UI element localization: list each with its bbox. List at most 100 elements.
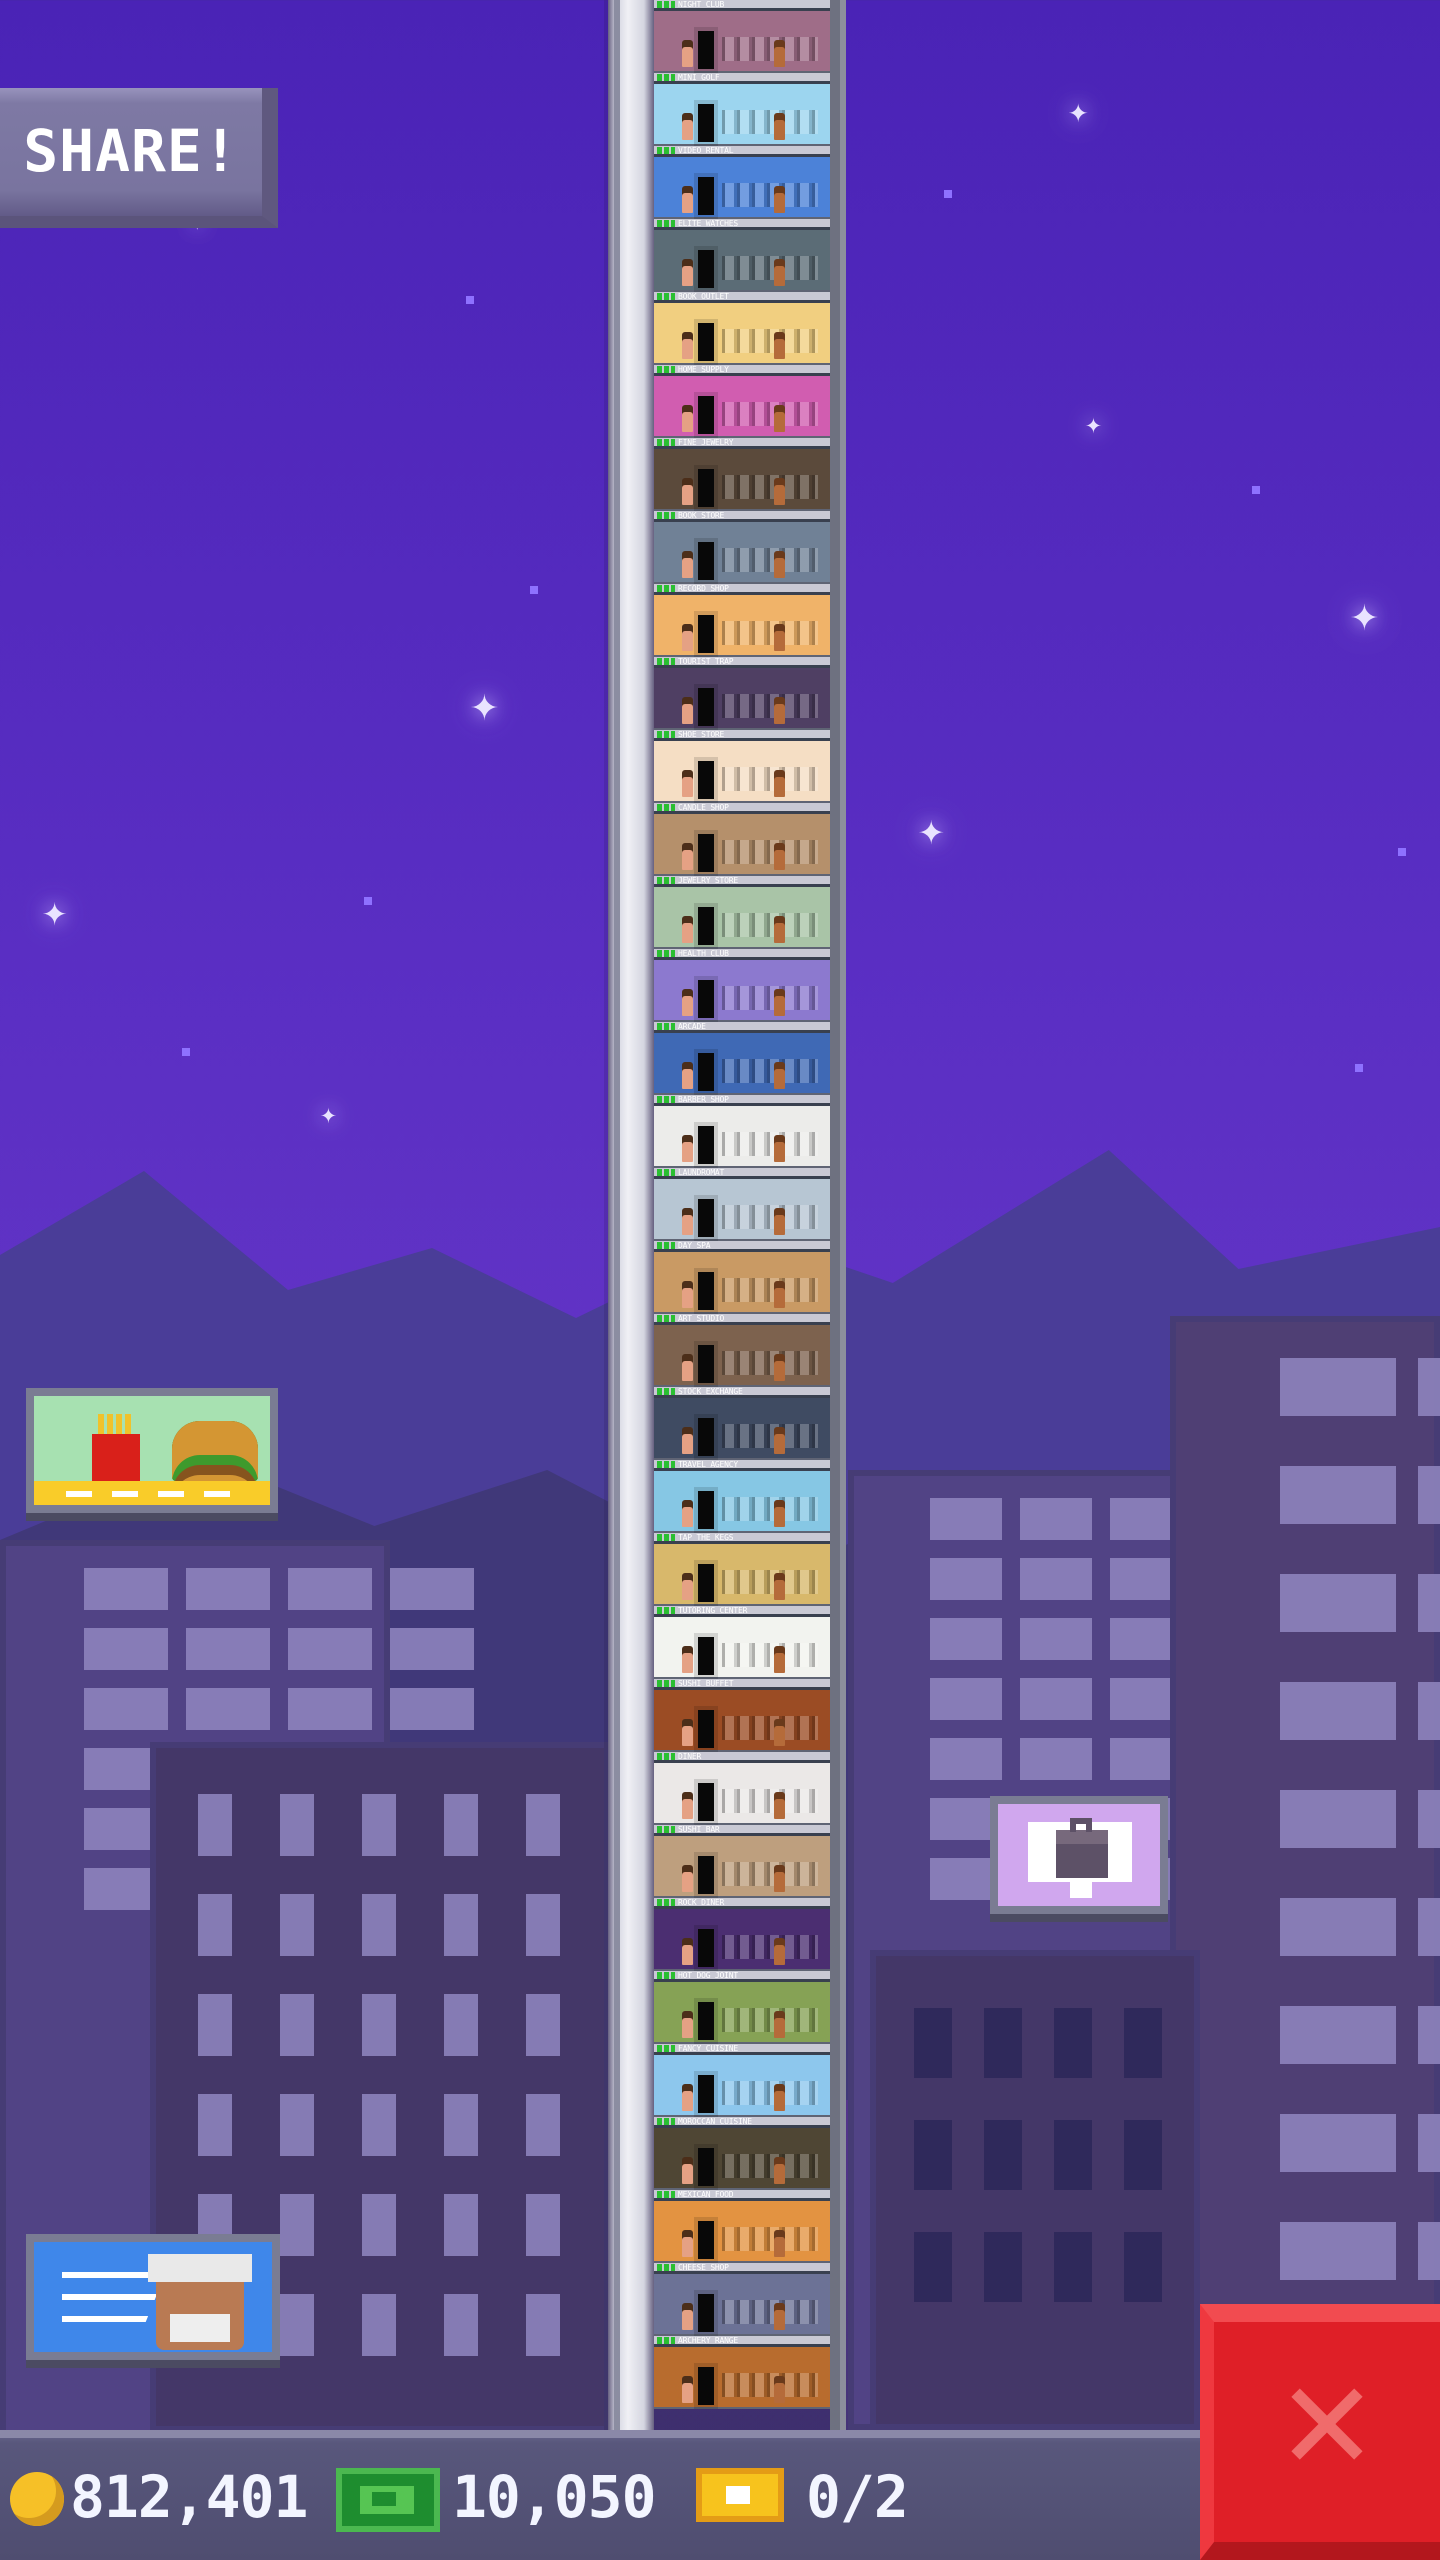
tower-floor[interactable]: ARCHERY RANGE: [654, 2336, 838, 2409]
tower-floor[interactable]: TOURIST TRAP: [654, 657, 838, 730]
small-star-icon: [364, 897, 372, 905]
floor-door: [698, 469, 714, 507]
tower-floor[interactable]: STOCK EXCHANGE: [654, 1387, 838, 1460]
tower-floor[interactable]: HOME SUPPLY: [654, 365, 838, 438]
bitizen-icon: [682, 1799, 693, 1819]
tower-floor[interactable]: SHOE STORE: [654, 730, 838, 803]
bitizen-icon: [682, 485, 693, 505]
tower-floor[interactable]: TAP THE KEGS: [654, 1533, 838, 1606]
floor-name: BARBER SHOP: [678, 1095, 729, 1104]
floor-name: HOME SUPPLY: [678, 365, 729, 374]
star-icon: ✦: [1068, 91, 1089, 131]
tower-floor[interactable]: TRAVEL AGENCY: [654, 1460, 838, 1533]
close-button[interactable]: ✕: [1200, 2304, 1440, 2560]
floor-name: DINER: [678, 1752, 702, 1761]
floor-door: [698, 1418, 714, 1456]
floor-name: SUSHI BAR: [678, 1825, 720, 1834]
tower-floor[interactable]: BOOK STORE: [654, 511, 838, 584]
tower-floor[interactable]: MEXICAN FOOD: [654, 2190, 838, 2263]
bitizen-icon: [774, 2383, 785, 2403]
floor-name: FINE JEWELRY: [678, 438, 734, 447]
floor-decor: [722, 329, 818, 353]
bitizen-icon: [682, 1215, 693, 1235]
tower-floor[interactable]: DINER: [654, 1752, 838, 1825]
tower-floor[interactable]: MINI GOLF: [654, 73, 838, 146]
tower-floor[interactable]: LAUNDROMAT: [654, 1168, 838, 1241]
tower-floor[interactable]: FANCY CUISINE: [654, 2044, 838, 2117]
ticket-icon: [696, 2468, 784, 2522]
floor-door: [698, 1929, 714, 1967]
bitizen-icon: [774, 1580, 785, 1600]
stock-indicator-icon: [657, 2337, 675, 2344]
stock-indicator-icon: [657, 1, 675, 8]
tower-floors[interactable]: NIGHT CLUB MINI GOLF VIDEO RENTAL ELITE WAT…: [654, 0, 846, 2430]
tower-floor[interactable]: ELITE WATCHES: [654, 219, 838, 292]
floor-decor: [722, 402, 818, 426]
floor-name: SUSHI BUFFET: [678, 1679, 734, 1688]
bitizen-icon: [774, 1653, 785, 1673]
floor-decor: [722, 475, 818, 499]
stock-indicator-icon: [657, 1388, 675, 1395]
floor-name: DAY SPA: [678, 1241, 711, 1250]
tower-floor[interactable]: VIDEO RENTAL: [654, 146, 838, 219]
stock-indicator-icon: [657, 293, 675, 300]
tower-floor[interactable]: SUSHI BAR: [654, 1825, 838, 1898]
tower-floor[interactable]: CANDLE SHOP: [654, 803, 838, 876]
tower-floor[interactable]: CHEESE SHOP: [654, 2263, 838, 2336]
bitizen-icon: [682, 1507, 693, 1527]
bitizen-icon: [682, 1288, 693, 1308]
shopping-bag-sign: [990, 1796, 1168, 1914]
bitizen-icon: [682, 1945, 693, 1965]
bitizen-icon: [774, 193, 785, 213]
tower-floor[interactable]: RECORD SHOP: [654, 584, 838, 657]
coin-icon: [10, 2472, 64, 2526]
tower-floor[interactable]: SUSHI BUFFET: [654, 1679, 838, 1752]
floor-name: HOT DOG JOINT: [678, 1971, 739, 1980]
tower-floor[interactable]: ROCK DINER: [654, 1898, 838, 1971]
tower-floor[interactable]: HOT DOG JOINT: [654, 1971, 838, 2044]
bitizen-icon: [682, 1580, 693, 1600]
floor-decor: [722, 2373, 818, 2397]
stock-indicator-icon: [657, 1680, 675, 1687]
tower-floor[interactable]: BOOK OUTLET: [654, 292, 838, 365]
floor-name: HEALTH CLUB: [678, 949, 729, 958]
small-star-icon: [1355, 1064, 1363, 1072]
tower-floor[interactable]: ARCADE: [654, 1022, 838, 1095]
floor-decor: [722, 548, 818, 572]
bitizen-icon: [682, 558, 693, 578]
tower-floor[interactable]: TUTORING CENTER: [654, 1606, 838, 1679]
stock-indicator-icon: [657, 1899, 675, 1906]
bitizen-icon: [682, 120, 693, 140]
tower-floor[interactable]: BARBER SHOP: [654, 1095, 838, 1168]
bitizen-icon: [774, 558, 785, 578]
tickets-value: 0/2: [806, 2463, 909, 2531]
tower-floor[interactable]: DAY SPA: [654, 1241, 838, 1314]
bitizen-icon: [682, 1726, 693, 1746]
bitizen-icon: [774, 412, 785, 432]
tower-floor[interactable]: HEALTH CLUB: [654, 949, 838, 1022]
floor-name: CHEESE SHOP: [678, 2263, 729, 2272]
floor-decor: [722, 2154, 818, 2178]
bitizen-icon: [774, 2091, 785, 2111]
floor-decor: [722, 694, 818, 718]
floor-decor: [722, 1278, 818, 1302]
tower-floor[interactable]: NIGHT CLUB: [654, 0, 838, 73]
tower-floor[interactable]: MOROCCAN CUISINE: [654, 2117, 838, 2190]
floor-door: [698, 104, 714, 142]
tower-floor[interactable]: FINE JEWELRY: [654, 438, 838, 511]
floor-door: [698, 1564, 714, 1602]
floor-decor: [722, 913, 818, 937]
stock-indicator-icon: [657, 1534, 675, 1541]
share-button[interactable]: SHARE!: [0, 88, 278, 228]
stock-indicator-icon: [657, 2118, 675, 2125]
tower-floor[interactable]: ART STUDIO: [654, 1314, 838, 1387]
bitizen-icon: [682, 2310, 693, 2330]
small-star-icon: [944, 190, 952, 198]
bitizen-icon: [774, 2018, 785, 2038]
floor-decor: [722, 1059, 818, 1083]
floor-door: [698, 1856, 714, 1894]
floor-door: [698, 688, 714, 726]
floor-name: ARCHERY RANGE: [678, 2336, 739, 2345]
bitizen-icon: [682, 777, 693, 797]
tower-floor[interactable]: JEWELRY STORE: [654, 876, 838, 949]
